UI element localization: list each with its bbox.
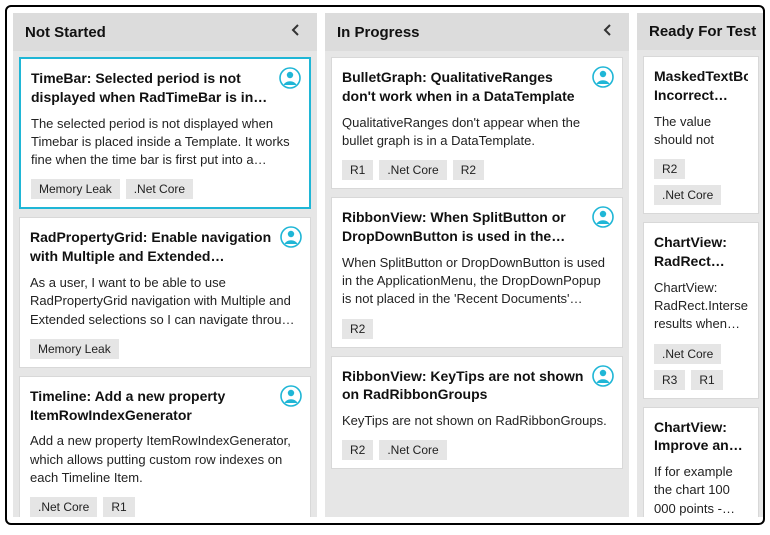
tag[interactable]: .Net Core (654, 344, 721, 364)
card-tags: R2 (342, 319, 612, 339)
column-body-ready-for-test: MaskedTextBox: Incorrect value is displa… (637, 50, 765, 517)
user-icon (279, 67, 301, 94)
card-tags: Memory Leak (30, 339, 300, 359)
card-body: As a user, I want to be able to use RadP… (30, 274, 300, 329)
card-tags: .Net Core R3 R1 (654, 344, 748, 390)
column-title: In Progress (337, 24, 420, 41)
column-body-not-started: TimeBar: Selected period is not displaye… (13, 51, 317, 517)
card-body: The selected period is not displayed whe… (31, 115, 299, 170)
tag[interactable]: R3 (654, 370, 685, 390)
tag[interactable]: .Net Core (379, 440, 446, 460)
card-tags: R2 .Net Core (342, 440, 612, 460)
card-body: ChartView: RadRect.Intersect results whe… (654, 279, 748, 334)
card-title: TimeBar: Selected period is not displaye… (31, 69, 299, 107)
card-radpropertygrid[interactable]: RadPropertyGrid: Enable navigation with … (19, 217, 311, 367)
card-title: RibbonView: When SplitButton or DropDown… (342, 208, 612, 246)
column-header-not-started[interactable]: Not Started (13, 13, 317, 51)
chevron-left-icon[interactable] (287, 23, 305, 41)
tag[interactable]: R1 (691, 370, 722, 390)
tag[interactable]: Memory Leak (31, 179, 120, 199)
card-tags: R2 .Net Core (654, 159, 748, 205)
card-ribbon-split[interactable]: RibbonView: When SplitButton or DropDown… (331, 197, 623, 347)
card-title: BulletGraph: QualitativeRanges don't wor… (342, 68, 612, 106)
user-icon (592, 206, 614, 233)
card-body: KeyTips are not shown on RadRibbonGroups… (342, 412, 612, 430)
card-ribbon-keytips[interactable]: RibbonView: KeyTips are not shown on Rad… (331, 356, 623, 470)
tag[interactable]: .Net Core (126, 179, 193, 199)
tag[interactable]: R2 (342, 319, 373, 339)
card-timebar[interactable]: TimeBar: Selected period is not displaye… (19, 57, 311, 209)
card-title: ChartView: RadRect incorrect results (654, 233, 748, 271)
tag[interactable]: R1 (342, 160, 373, 180)
column-title: Ready For Test (649, 23, 756, 40)
column-not-started: Not Started TimeBar: Selected period is … (13, 13, 317, 517)
tag[interactable]: .Net Core (379, 160, 446, 180)
tag[interactable]: R2 (342, 440, 373, 460)
column-title: Not Started (25, 24, 106, 41)
card-title: MaskedTextBox: Incorrect value is displa… (654, 67, 748, 105)
column-header-in-progress[interactable]: In Progress (325, 13, 629, 51)
column-body-in-progress: BulletGraph: QualitativeRanges don't wor… (325, 51, 629, 517)
tag[interactable]: R2 (453, 160, 484, 180)
card-body: The value should not (654, 113, 748, 149)
card-tags: .Net Core R1 (30, 497, 300, 517)
column-ready-for-test: Ready For Test MaskedTextBox: Incorrect … (637, 13, 765, 517)
user-icon (280, 226, 302, 253)
card-tags: R1 .Net Core R2 (342, 160, 612, 180)
card-bulletgraph[interactable]: BulletGraph: QualitativeRanges don't wor… (331, 57, 623, 189)
card-body: QualitativeRanges don't appear when the … (342, 114, 612, 150)
card-title: ChartView: Improve and light line rende (654, 418, 748, 456)
tag[interactable]: Memory Leak (30, 339, 119, 359)
card-title: RadPropertyGrid: Enable navigation with … (30, 228, 300, 266)
card-body: Add a new property ItemRowIndexGenerator… (30, 432, 300, 487)
chevron-left-icon[interactable] (599, 23, 617, 41)
card-body: When SplitButton or DropDownButton is us… (342, 254, 612, 309)
column-in-progress: In Progress BulletGraph: QualitativeRang… (325, 13, 629, 517)
card-title: RibbonView: KeyTips are not shown on Rad… (342, 367, 612, 405)
card-tags: Memory Leak .Net Core (31, 179, 299, 199)
card-title: Timeline: Add a new property ItemRowInde… (30, 387, 300, 425)
kanban-board: Not Started TimeBar: Selected period is … (5, 5, 765, 525)
card-maskedtextbox[interactable]: MaskedTextBox: Incorrect value is displa… (643, 56, 759, 214)
user-icon (280, 385, 302, 412)
card-chartview-radrect[interactable]: ChartView: RadRect incorrect results Cha… (643, 222, 759, 398)
tag[interactable]: R1 (103, 497, 134, 517)
card-timeline[interactable]: Timeline: Add a new property ItemRowInde… (19, 376, 311, 517)
user-icon (592, 365, 614, 392)
card-body: If for example the chart 100 000 points … (654, 463, 748, 517)
tag[interactable]: .Net Core (654, 185, 721, 205)
tag[interactable]: R2 (654, 159, 685, 179)
tag[interactable]: .Net Core (30, 497, 97, 517)
user-icon (592, 66, 614, 93)
card-chartview-improve[interactable]: ChartView: Improve and light line rende … (643, 407, 759, 518)
column-header-ready-for-test[interactable]: Ready For Test (637, 13, 765, 50)
